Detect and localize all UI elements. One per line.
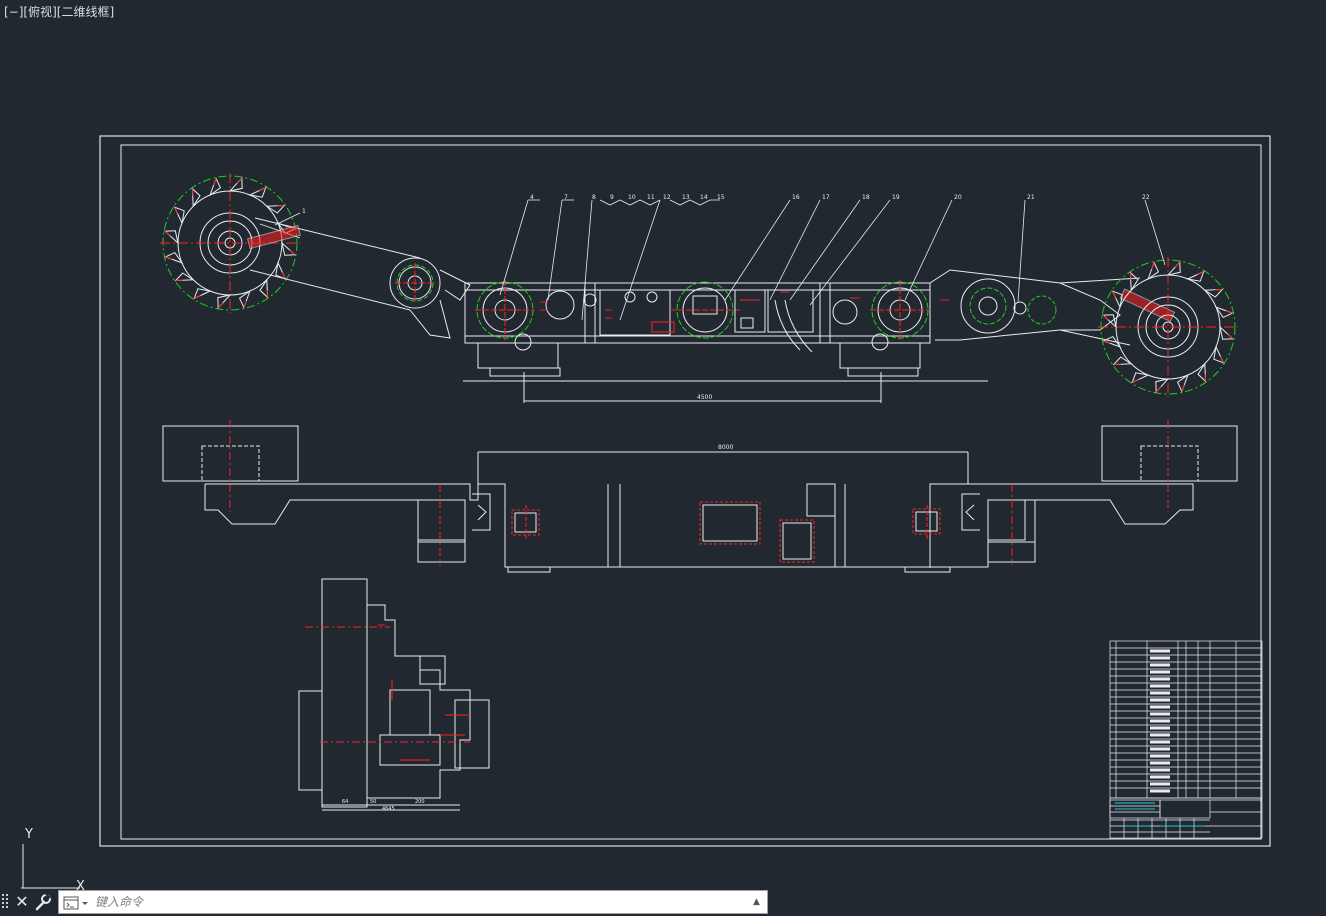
- pick-tip: [1227, 333, 1234, 340]
- pick-tip: [1113, 363, 1121, 366]
- callout-label: 21: [1027, 194, 1035, 201]
- command-prompt-icon[interactable]: [63, 895, 91, 911]
- parts-list-entry: [1150, 733, 1170, 737]
- ucs-y-label: Y: [24, 827, 33, 842]
- shearer-body: [464, 280, 950, 353]
- pick-tip: [1225, 310, 1233, 314]
- pick-tip: [1215, 288, 1223, 291]
- callout-label: 8: [592, 194, 596, 201]
- pick-tip: [1103, 340, 1111, 344]
- pick-tip: [217, 302, 224, 309]
- callout-label: 19: [892, 194, 900, 201]
- parts-list-entry: [1150, 705, 1170, 709]
- pick-tip: [1204, 374, 1207, 382]
- right-cutting-drum: [1098, 257, 1238, 397]
- callout-label: 14: [700, 194, 708, 201]
- parts-list-entry: [1150, 747, 1170, 751]
- pick-tip: [236, 177, 243, 184]
- pick-tip: [175, 279, 183, 282]
- callout-label: 1: [302, 208, 306, 215]
- parts-list-entry: [1150, 649, 1170, 653]
- left-ranging-arm: [246, 217, 471, 339]
- pick-tip: [213, 178, 217, 186]
- section-view: [298, 578, 490, 811]
- parts-list-entry: [1150, 719, 1170, 723]
- ucs-icon: [21, 844, 80, 889]
- sheet-inner-border: [120, 144, 1262, 840]
- close-icon[interactable]: ✕: [12, 892, 32, 912]
- pick-tip: [164, 230, 171, 237]
- command-input[interactable]: [95, 893, 735, 911]
- command-line-bar: ✕ ▲: [0, 888, 768, 916]
- callout-label: 4: [530, 194, 534, 201]
- parts-list-entry: [1150, 670, 1170, 674]
- pick-tip: [1181, 384, 1185, 392]
- plan-view: [162, 420, 1238, 573]
- pick-tip: [1102, 314, 1109, 321]
- callout-label: 12: [663, 194, 671, 201]
- pick-tip: [1174, 261, 1181, 268]
- left-cutting-drum: [160, 173, 300, 313]
- pick-tip: [1129, 272, 1132, 280]
- parts-list-entry: [1150, 663, 1170, 667]
- drag-grip-icon[interactable]: [2, 894, 10, 910]
- right-ranging-arm: [929, 269, 1176, 346]
- pick-tip: [266, 290, 269, 298]
- callout-label: 10: [628, 194, 636, 201]
- front-view: [160, 173, 1238, 403]
- parts-list-entry: [1150, 789, 1170, 793]
- callout-label: 16: [792, 194, 800, 201]
- callout-label: 9: [610, 194, 614, 201]
- callout-label: 17: [822, 194, 830, 201]
- pick-tip: [243, 300, 247, 308]
- callout-label: 22: [1142, 194, 1150, 201]
- callout-label: 11: [647, 194, 655, 201]
- callout-label: 18: [862, 194, 870, 201]
- pick-tip: [1151, 262, 1155, 270]
- callout-label: 20: [954, 194, 962, 201]
- pick-tip: [1155, 386, 1162, 393]
- dimension-text: 64: [342, 799, 348, 805]
- dimension-text: 8000: [718, 444, 733, 451]
- callout-label: 13: [682, 194, 690, 201]
- parts-list-entry: [1150, 691, 1170, 695]
- parts-list-entry: [1150, 761, 1170, 765]
- pick-tip: [191, 188, 194, 196]
- parts-list-entry: [1150, 677, 1170, 681]
- parts-list-entry: [1150, 726, 1170, 730]
- parts-list-entry: [1150, 775, 1170, 779]
- title-block: [1109, 797, 1263, 839]
- parts-list-entry: [1150, 698, 1170, 702]
- pick-tip: [289, 249, 296, 256]
- parts-list-entry: [1150, 768, 1170, 772]
- pick-tip: [277, 204, 285, 207]
- dimension-text: 50: [370, 799, 376, 805]
- command-history-arrow-icon[interactable]: ▲: [753, 897, 763, 907]
- callout-leaders: [274, 199, 1166, 321]
- parts-list-entry: [1150, 656, 1170, 660]
- parts-list-entry: [1150, 684, 1170, 688]
- parts-list-entry: [1150, 712, 1170, 716]
- parts-list-entry: [1150, 754, 1170, 758]
- dimension-text: 4500: [697, 394, 712, 401]
- callout-label: 7: [564, 194, 568, 201]
- drawing-canvas[interactable]: 4 7 8 9 10 11 12 13 14 15 16 17 18 19 20…: [0, 0, 1326, 916]
- command-input-box: ▲: [58, 890, 768, 914]
- pick-tip: [165, 256, 173, 260]
- support-skids: [463, 333, 988, 403]
- parts-list-entry: [1150, 782, 1170, 786]
- dimension-text: 200: [415, 799, 425, 805]
- wrench-icon[interactable]: [33, 892, 53, 912]
- callout-label: 15: [717, 194, 725, 201]
- parts-list-entry: [1150, 740, 1170, 744]
- parts-list-table: [1109, 640, 1263, 799]
- dimension-text: 4645: [382, 806, 395, 812]
